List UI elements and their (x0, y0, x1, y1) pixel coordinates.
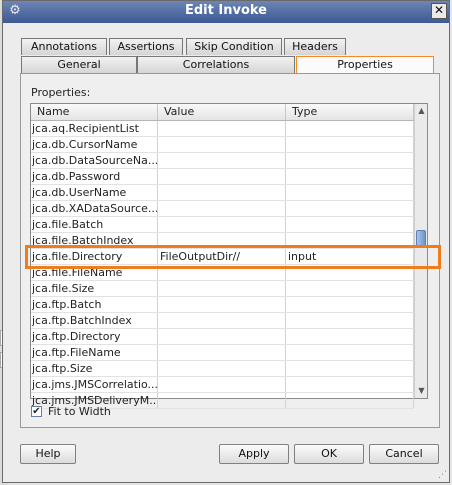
cell-type (286, 281, 414, 296)
cell-name: jca.aq.RecipientList (31, 121, 158, 136)
cell-type (286, 377, 414, 392)
cell-name: jca.ftp.Directory (31, 329, 158, 344)
properties-label: Properties: (31, 86, 91, 99)
cell-name: jca.ftp.Batch (31, 297, 158, 312)
tab-headers[interactable]: Headers (284, 38, 346, 55)
column-header-name[interactable]: Name (31, 104, 158, 120)
cell-value[interactable] (158, 185, 286, 200)
close-button[interactable]: ✕ (431, 3, 447, 19)
cell-value[interactable] (158, 377, 286, 392)
cell-value[interactable] (158, 169, 286, 184)
cell-value[interactable] (158, 137, 286, 152)
cell-name: jca.db.UserName (31, 185, 158, 200)
cell-name: jca.jms.JMSCorrelatio... (32, 377, 158, 392)
cell-value[interactable] (158, 345, 286, 360)
cell-name: jca.db.Password (31, 169, 158, 184)
column-header-value[interactable]: Value (158, 104, 286, 120)
ok-button[interactable]: OK (294, 444, 364, 464)
cell-type (286, 361, 414, 376)
cell-type (286, 393, 414, 408)
cell-name: jca.ftp.Size (31, 361, 158, 376)
cell-name: jca.ftp.BatchIndex (31, 313, 158, 328)
cell-value[interactable] (158, 201, 286, 216)
tab-properties[interactable]: Properties (296, 56, 434, 74)
tab-correlations[interactable]: Correlations (137, 56, 295, 73)
cell-name: jca.ftp.FileName (31, 345, 158, 360)
cell-type (286, 201, 414, 216)
table-row[interactable]: jca.file.Size (31, 281, 414, 297)
table-row[interactable]: jca.ftp.Size (31, 361, 414, 377)
cell-name: jca.file.Size (31, 281, 158, 296)
cell-name: jca.db.XADataSource... (32, 201, 158, 216)
table-row[interactable]: jca.aq.RecipientList (31, 121, 414, 137)
cell-type (286, 329, 414, 344)
table-row[interactable]: jca.ftp.Directory (31, 329, 414, 345)
resize-grip-icon[interactable]: ⋰ (438, 470, 448, 480)
table-row[interactable]: jca.db.XADataSource... (31, 201, 414, 217)
cell-value[interactable] (158, 153, 286, 168)
table-row[interactable]: jca.db.Password (31, 169, 414, 185)
table-header: Name Value Type (31, 104, 414, 121)
cell-name: jca.db.DataSourceNa... (32, 153, 158, 168)
table-row[interactable]: jca.jms.JMSCorrelatio... (31, 377, 414, 393)
fit-to-width-checkbox[interactable]: ✔ (31, 406, 42, 417)
tab-assertions[interactable]: Assertions (109, 38, 183, 55)
table-row[interactable]: jca.db.UserName (31, 185, 414, 201)
cell-type (286, 297, 414, 312)
cell-value[interactable] (158, 297, 286, 312)
table-row[interactable]: jca.db.DataSourceNa... (31, 153, 414, 169)
cell-type (286, 185, 414, 200)
column-header-type[interactable]: Type (286, 104, 414, 120)
cell-value[interactable] (158, 121, 286, 136)
cell-type (286, 313, 414, 328)
cancel-button[interactable]: Cancel (369, 444, 439, 464)
tab-annotations[interactable]: Annotations (21, 38, 107, 55)
cell-value[interactable] (158, 329, 286, 344)
cell-type (286, 169, 414, 184)
table-row[interactable]: jca.ftp.FileName (31, 345, 414, 361)
table-row[interactable]: jca.ftp.BatchIndex (31, 313, 414, 329)
cell-value[interactable] (158, 281, 286, 296)
selected-row-highlight (25, 245, 441, 269)
cell-type (286, 153, 414, 168)
dialog-title: Edit Invoke (185, 3, 267, 18)
apply-button[interactable]: Apply (219, 444, 289, 464)
tab-skip-condition[interactable]: Skip Condition (186, 38, 282, 55)
cell-type (286, 121, 414, 136)
help-button[interactable]: Help (20, 444, 76, 464)
fit-to-width-label[interactable]: Fit to Width (48, 405, 111, 418)
cell-type (286, 217, 414, 232)
table-row[interactable]: jca.file.Batch (31, 217, 414, 233)
cell-value[interactable] (158, 313, 286, 328)
cell-name: jca.db.CursorName (31, 137, 158, 152)
scroll-down-icon[interactable]: ▼ (416, 385, 427, 396)
cell-value[interactable] (158, 393, 286, 408)
cell-value[interactable] (158, 361, 286, 376)
cell-type (286, 345, 414, 360)
scroll-up-icon[interactable]: ▲ (416, 105, 427, 116)
table-row[interactable]: jca.db.CursorName (31, 137, 414, 153)
scrollbar-thumb[interactable] (416, 230, 426, 246)
tab-general[interactable]: General (21, 56, 137, 73)
cell-type (286, 137, 414, 152)
table-row[interactable]: jca.ftp.Batch (31, 297, 414, 313)
cell-value[interactable] (158, 217, 286, 232)
cell-name: jca.file.Batch (31, 217, 158, 232)
